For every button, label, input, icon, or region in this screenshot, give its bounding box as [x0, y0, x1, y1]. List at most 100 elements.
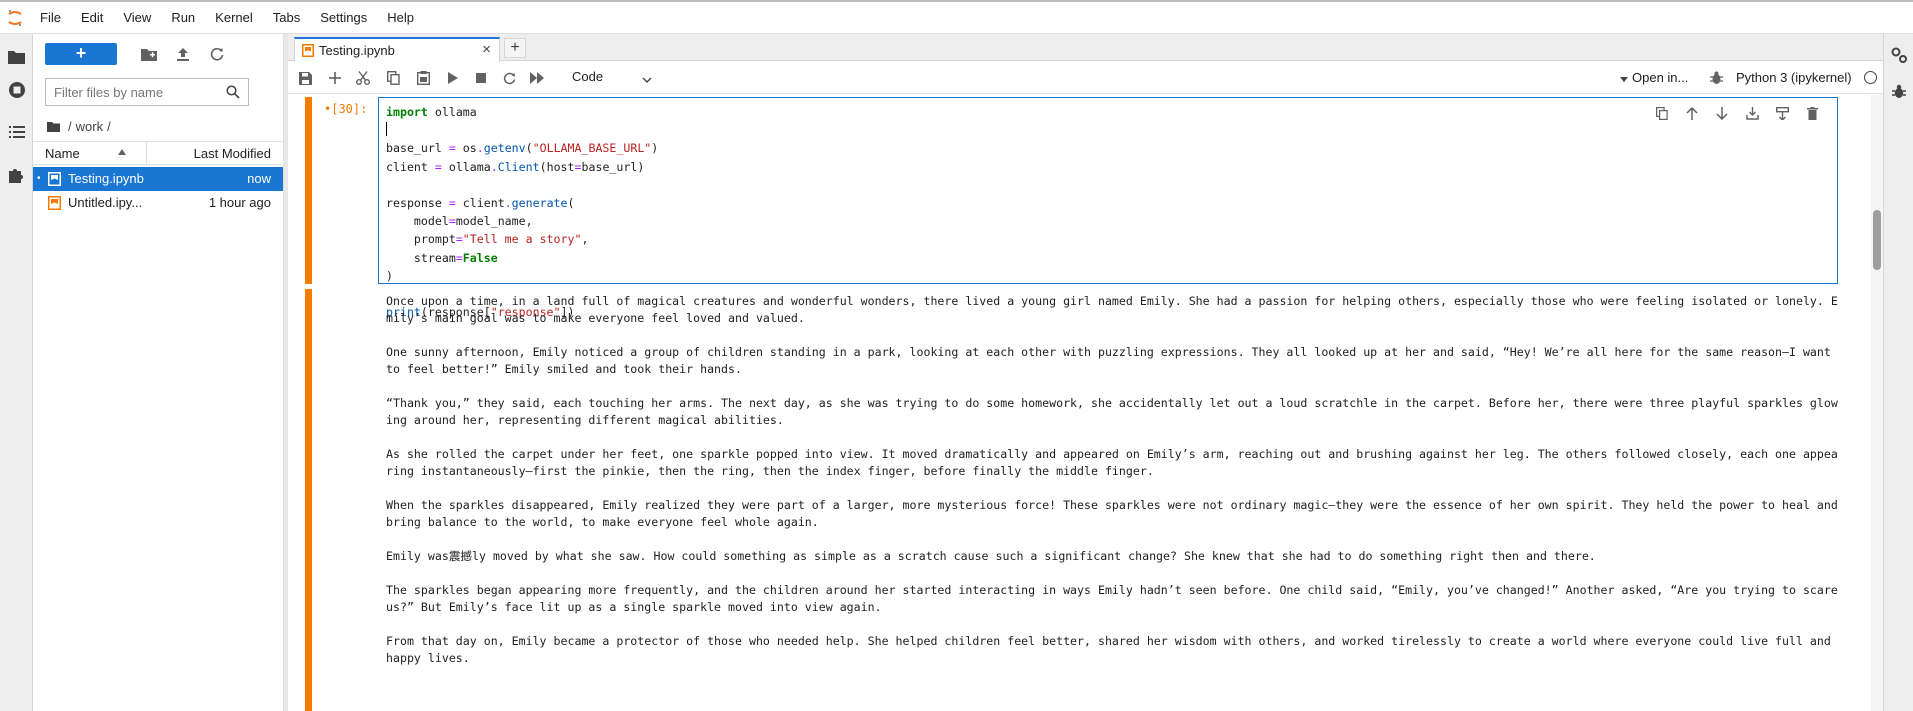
code-line: prompt="Tell me a story",: [386, 232, 589, 247]
output-paragraph: One sunny afternoon, Emily noticed a gro…: [386, 345, 1831, 376]
output-paragraph: Emily was震撼ly moved by what she saw. How…: [386, 549, 1596, 563]
file-filter-box: [45, 78, 249, 106]
running-indicator: •: [37, 173, 41, 184]
vertical-scrollbar[interactable]: [1871, 95, 1883, 711]
running-sessions-icon[interactable]: [6, 79, 27, 100]
menu-run[interactable]: Run: [161, 3, 205, 33]
open-in-dropdown[interactable]: Open in...: [1620, 70, 1688, 86]
code-content[interactable]: import ollama base_url = os.getenv("OLLA…: [386, 103, 658, 321]
new-folder-icon[interactable]: [140, 45, 158, 63]
output-paragraph: When the sparkles disappeared, Emily rea…: [386, 498, 1838, 529]
file-filter-input[interactable]: [54, 80, 224, 104]
add-tab-button[interactable]: +: [504, 38, 526, 58]
left-activity-bar: [0, 34, 33, 711]
cell-output: Once upon a time, in a land full of magi…: [386, 293, 1842, 684]
cell-type-value: Code: [572, 69, 604, 84]
column-last-modified[interactable]: Last Modified: [194, 146, 271, 161]
cell-collapser[interactable]: [305, 97, 312, 284]
breadcrumb-separator: /: [107, 118, 111, 134]
cell-type-dropdown[interactable]: Code: [572, 69, 654, 89]
code-line: stream=False: [386, 250, 498, 265]
cell-toolbar: [1647, 103, 1827, 123]
property-inspector-gear-icon[interactable]: [1890, 46, 1908, 64]
menu-settings[interactable]: Settings: [310, 3, 377, 33]
close-icon[interactable]: ×: [482, 42, 491, 57]
code-line: model=model_name,: [386, 214, 533, 229]
file-modified: now: [247, 171, 271, 186]
tab-testing-notebook[interactable]: Testing.ipynb ×: [294, 37, 500, 62]
menu-view[interactable]: View: [113, 3, 161, 33]
paste-icon[interactable]: [414, 69, 432, 87]
tab-label: Testing.ipynb: [319, 43, 395, 58]
kernel-name[interactable]: Python 3 (ipykernel): [1736, 70, 1852, 85]
output-collapser[interactable]: [305, 289, 312, 711]
home-folder-icon[interactable]: [47, 121, 60, 132]
code-line: base_url = os.getenv("OLLAMA_BASE_URL"): [386, 141, 659, 156]
scrollbar-thumb[interactable]: [1873, 210, 1881, 270]
move-up-icon[interactable]: [1677, 103, 1707, 123]
file-browser-panel: + / work / Name Last Modified •: [33, 34, 284, 711]
column-divider[interactable]: [146, 142, 147, 164]
jupyter-logo-icon[interactable]: [0, 3, 30, 33]
chevron-down-icon: [1620, 71, 1628, 86]
file-name: Untitled.ipy...: [68, 195, 143, 210]
output-paragraph: From that day on, Emily became a protect…: [386, 634, 1831, 665]
cut-icon[interactable]: [354, 69, 372, 87]
output-paragraph: As she rolled the carpet under her feet,…: [386, 447, 1838, 478]
stop-icon[interactable]: [472, 69, 490, 87]
copy-icon[interactable]: [384, 69, 402, 87]
new-launcher-button[interactable]: +: [45, 43, 117, 65]
menu-help[interactable]: Help: [377, 3, 424, 33]
insert-above-icon[interactable]: [1737, 103, 1767, 123]
right-sidebar: [1883, 34, 1913, 711]
file-list-header: Name Last Modified: [33, 141, 283, 165]
notebook-icon: [48, 172, 61, 186]
refresh-icon[interactable]: [208, 45, 226, 63]
run-icon[interactable]: [444, 69, 462, 87]
breadcrumb-separator: /: [68, 118, 72, 134]
chevron-down-icon: [642, 72, 652, 87]
breadcrumb: / work /: [47, 117, 115, 135]
sort-ascending-icon: [118, 149, 126, 155]
folder-icon[interactable]: [6, 46, 27, 67]
file-row-testing[interactable]: • Testing.ipynb now: [33, 167, 283, 191]
code-editor[interactable]: import ollama base_url = os.getenv("OLLA…: [378, 97, 1838, 319]
duplicate-cell-icon[interactable]: [1647, 103, 1677, 123]
menu-kernel[interactable]: Kernel: [205, 3, 263, 33]
output-paragraph: Once upon a time, in a land full of magi…: [386, 294, 1838, 325]
table-of-contents-icon[interactable]: [6, 122, 27, 143]
delete-cell-icon[interactable]: [1797, 103, 1827, 123]
column-name[interactable]: Name: [45, 146, 80, 161]
debugger-bug-icon[interactable]: [1890, 82, 1908, 100]
file-row-untitled[interactable]: Untitled.ipy... 1 hour ago: [33, 191, 283, 215]
menu-edit[interactable]: Edit: [71, 3, 113, 33]
upload-icon[interactable]: [174, 45, 192, 63]
file-modified: 1 hour ago: [208, 195, 271, 210]
code-line: response = client.generate(: [386, 196, 575, 211]
bug-icon[interactable]: [1707, 69, 1725, 87]
insert-cell-icon[interactable]: [326, 69, 344, 87]
insert-below-icon[interactable]: [1767, 103, 1797, 123]
tab-bar: Testing.ipynb × +: [288, 34, 1883, 62]
search-icon: [226, 85, 240, 99]
menu-bar: File Edit View Run Kernel Tabs Settings …: [0, 0, 1913, 34]
open-in-label: Open in...: [1632, 70, 1689, 85]
code-line: import ollama: [386, 105, 477, 119]
output-paragraph: “Thank you,” they said, each touching he…: [386, 396, 1838, 427]
execution-count-prompt: •[30]:: [324, 102, 368, 116]
menu-tabs[interactable]: Tabs: [263, 3, 310, 33]
save-icon[interactable]: [296, 69, 314, 87]
code-line: ): [386, 268, 393, 283]
kernel-status-idle-icon: [1864, 71, 1877, 84]
breadcrumb-work[interactable]: work: [76, 119, 103, 134]
text-cursor: [386, 122, 387, 136]
notebook-icon: [302, 44, 314, 57]
code-line: client = ollama.Client(host=base_url): [386, 159, 645, 174]
move-down-icon[interactable]: [1707, 103, 1737, 123]
restart-kernel-icon[interactable]: [500, 69, 518, 87]
restart-run-all-icon[interactable]: [528, 69, 546, 87]
extensions-puzzle-icon[interactable]: [6, 165, 27, 186]
notebook-icon: [48, 196, 61, 210]
menu-file[interactable]: File: [30, 3, 71, 33]
notebook-panel: •[30]: import ollama base_url = os.geten…: [288, 95, 1871, 711]
